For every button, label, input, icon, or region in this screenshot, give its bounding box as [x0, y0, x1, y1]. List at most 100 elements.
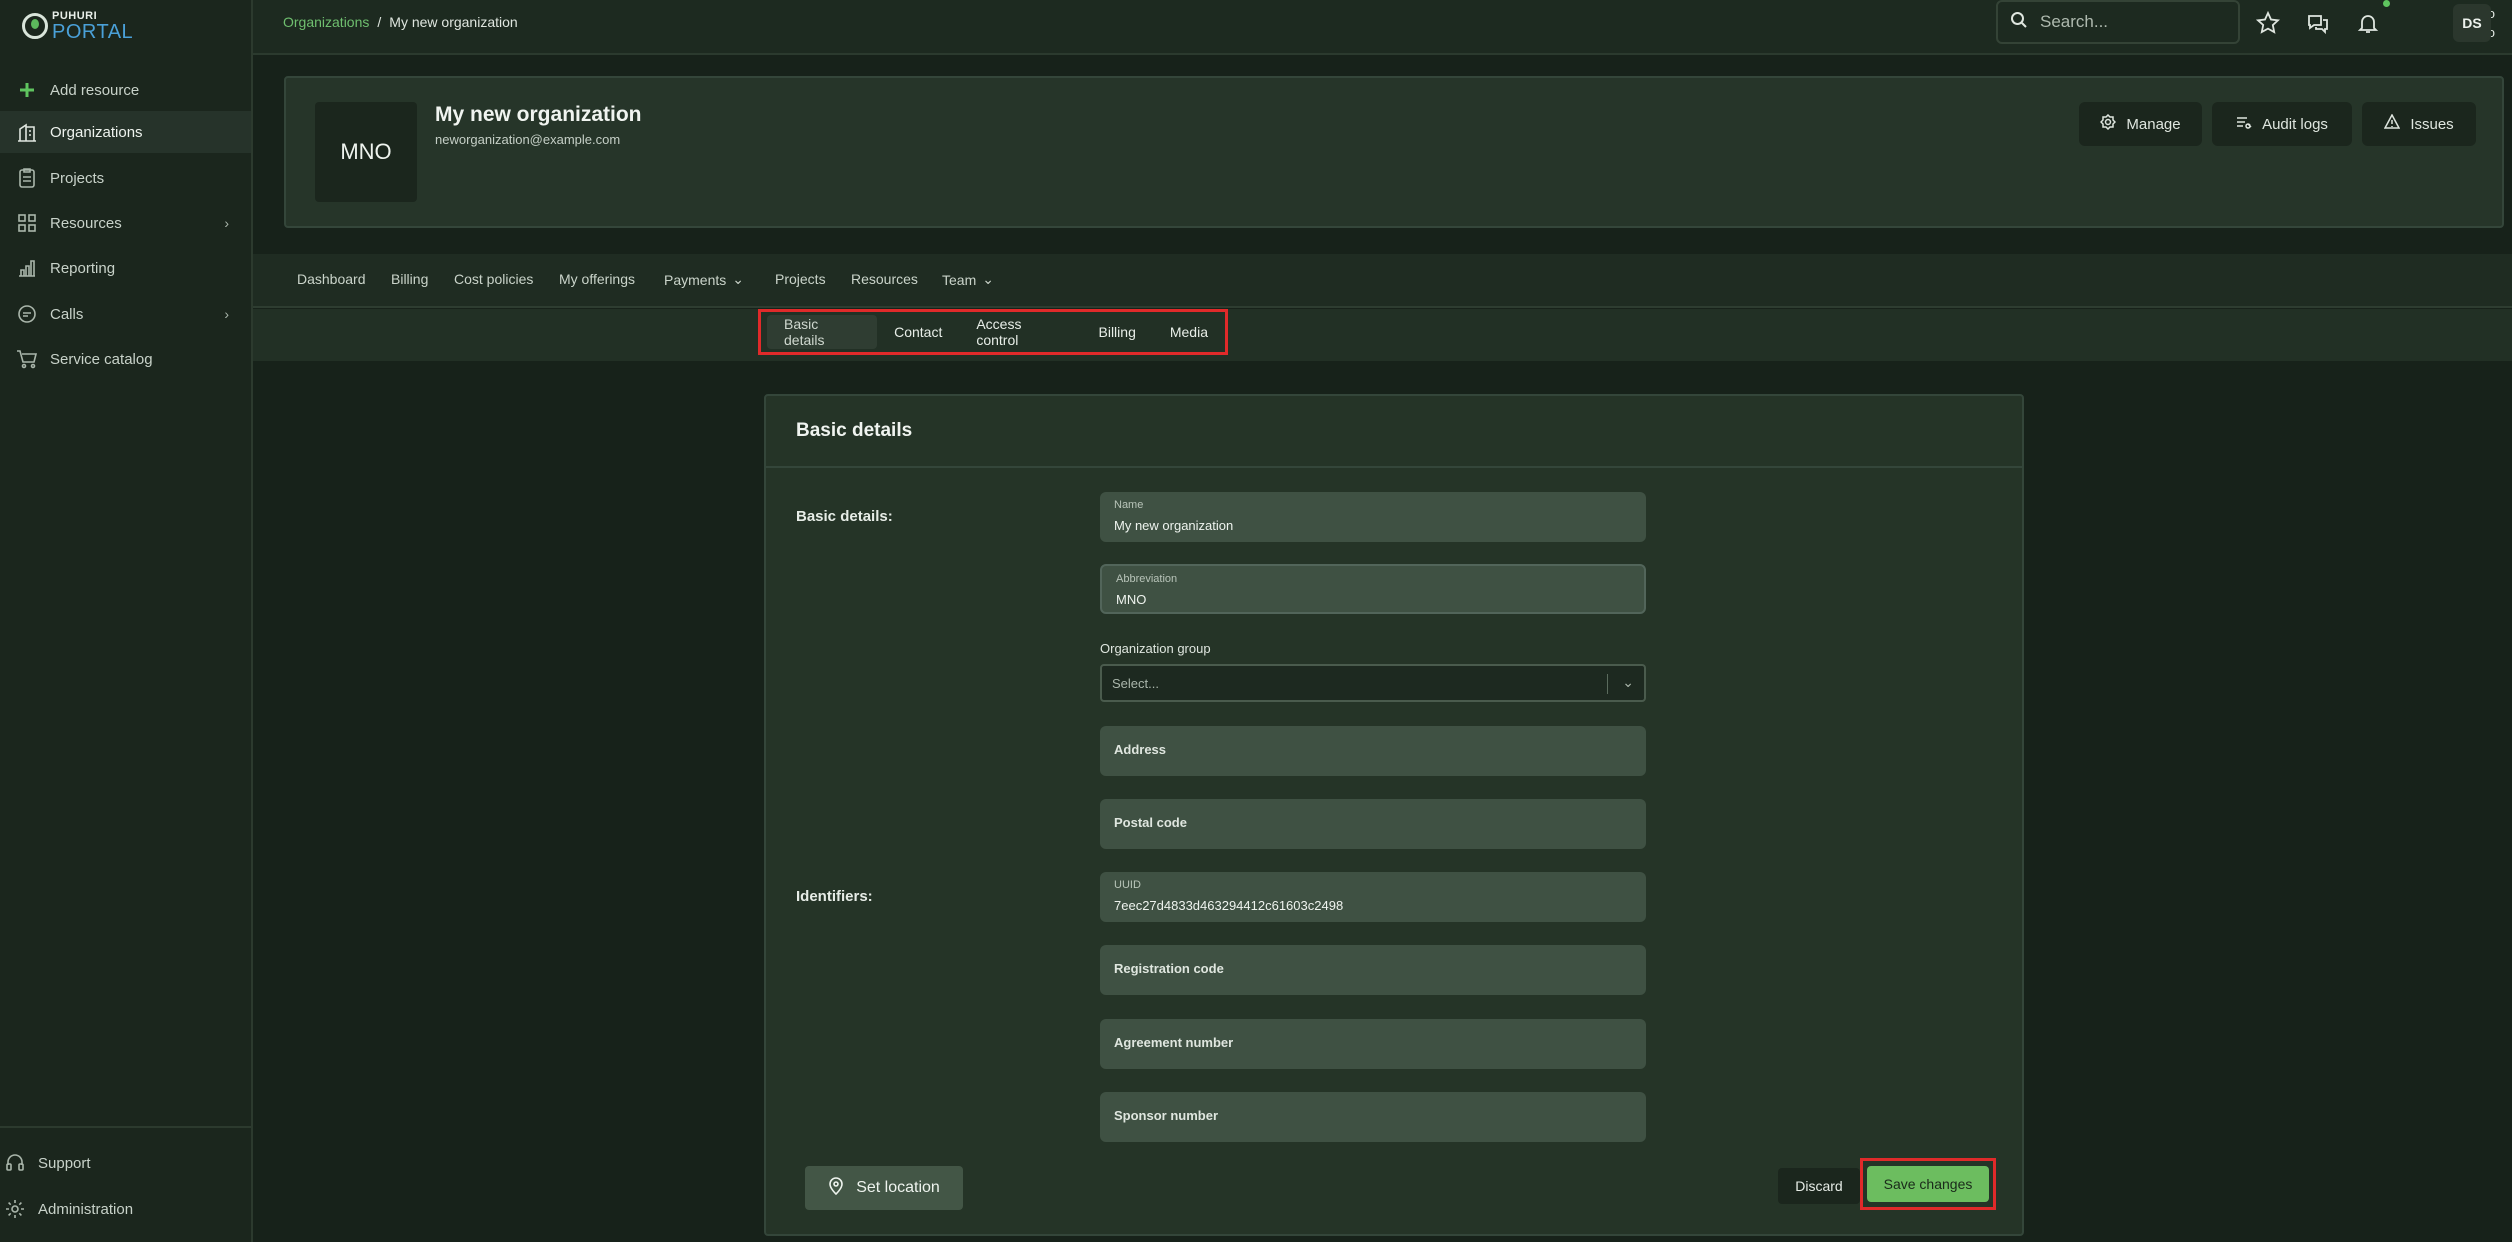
form-divider [766, 466, 2022, 468]
select-placeholder: Select... [1112, 675, 1159, 691]
subtab-access-control[interactable]: Access control [959, 315, 1081, 349]
subtab-basic-details[interactable]: Basic details [767, 315, 878, 349]
sidebar-item-label: Service catalog [50, 350, 153, 368]
building-icon [16, 121, 38, 143]
sidebar-item-label: Support [38, 1154, 91, 1172]
chat-icon[interactable] [2305, 10, 2331, 36]
organization-tabs: Dashboard Billing Cost policies My offer… [253, 254, 2512, 308]
tab-billing[interactable]: Billing [391, 271, 428, 287]
tab-cost-policies[interactable]: Cost policies [454, 271, 533, 287]
headset-icon [4, 1152, 26, 1174]
bell-icon[interactable] [2355, 10, 2381, 36]
sidebar-item-label: Projects [50, 169, 105, 187]
agreement-number-field[interactable]: Agreement number [1100, 1019, 1646, 1069]
audit-logs-button[interactable]: Audit logs [2212, 102, 2352, 146]
tab-projects[interactable]: Projects [775, 271, 826, 287]
sidebar-item-service-catalog[interactable]: Service catalog [0, 338, 251, 380]
save-highlight: Save changes [1860, 1158, 1996, 1210]
sidebar-item-calls[interactable]: Calls › [0, 293, 251, 335]
abbreviation-value: MNO [1116, 592, 1147, 607]
sidebar-item-reporting[interactable]: Reporting [0, 247, 251, 289]
sidebar-item-label: Administration [38, 1200, 134, 1218]
uuid-label: UUID [1114, 879, 1141, 891]
portal-logo[interactable]: PUHURI PORTAL [22, 10, 133, 42]
subtab-label: Billing [1098, 324, 1136, 340]
agreement-number-placeholder: Agreement number [1114, 1035, 1234, 1050]
tab-team[interactable]: Team ⌄ [942, 271, 994, 288]
name-label: Name [1114, 499, 1144, 511]
sidebar-item-administration[interactable]: Administration [0, 1188, 251, 1230]
sponsor-number-field[interactable]: Sponsor number [1100, 1092, 1646, 1142]
search-input[interactable]: Search... [1996, 0, 2240, 44]
search-icon [2010, 11, 2028, 34]
avatar[interactable]: DS [2453, 4, 2491, 42]
tab-dashboard[interactable]: Dashboard [297, 271, 366, 287]
subtab-media[interactable]: Media [1153, 315, 1225, 349]
issues-button[interactable]: Issues [2362, 102, 2476, 146]
sidebar-item-projects[interactable]: Projects [0, 157, 251, 199]
sidebar-item-label: Add resource [50, 81, 140, 99]
clipboard-icon [16, 167, 38, 189]
breadcrumb-organizations[interactable]: Organizations [283, 14, 369, 30]
chevron-down-icon: ⌄ [982, 271, 994, 287]
chat-bubble-icon [16, 303, 38, 325]
star-icon[interactable] [2255, 10, 2281, 36]
subtab-contact[interactable]: Contact [877, 315, 959, 349]
sidebar-item-resources[interactable]: Resources › [0, 202, 251, 244]
chevron-right-icon: › [224, 215, 229, 231]
audit-logs-label: Audit logs [2262, 115, 2328, 133]
puhuri-logo-icon [22, 13, 48, 39]
tab-label: Dashboard [297, 271, 366, 287]
breadcrumb-current: My new organization [389, 14, 518, 30]
name-field[interactable]: Name My new organization [1100, 492, 1646, 542]
save-changes-button[interactable]: Save changes [1867, 1166, 1989, 1202]
tab-label: Team [942, 271, 977, 288]
tab-payments[interactable]: Payments ⌄ [664, 271, 744, 288]
abbreviation-field[interactable]: Abbreviation MNO [1100, 564, 1646, 614]
sidebar-item-organizations[interactable]: Organizations [0, 111, 251, 153]
sidebar-item-add-resource[interactable]: Add resource [0, 69, 251, 111]
address-field[interactable]: Address [1100, 726, 1646, 776]
tab-label: Cost policies [454, 271, 534, 287]
tab-label: My offerings [559, 271, 635, 287]
subtab-billing[interactable]: Billing [1082, 315, 1153, 349]
breadcrumb: Organizations / My new organization [283, 14, 518, 30]
issues-label: Issues [2410, 115, 2454, 133]
cart-icon [16, 348, 38, 370]
subtab-label: Access control [976, 316, 1022, 348]
sidebar-item-support[interactable]: Support [0, 1142, 251, 1184]
gear-icon [2100, 113, 2117, 134]
logo-line2: PORTAL [52, 20, 134, 43]
form-title: Basic details [796, 420, 913, 441]
gear-icon [4, 1198, 26, 1220]
chevron-right-icon: › [224, 306, 229, 322]
tab-my-offerings[interactable]: My offerings [559, 271, 635, 287]
bar-chart-icon [16, 257, 38, 279]
search-placeholder: Search... [2040, 12, 2109, 31]
set-location-button[interactable]: Set location [805, 1166, 963, 1210]
list-icon [2236, 114, 2252, 134]
tab-label: Projects [775, 271, 826, 287]
set-location-label: Set location [856, 1179, 940, 1196]
basic-details-form: Basic details Basic details: Name My new… [764, 394, 2024, 1236]
abbreviation-label: Abbreviation [1116, 573, 1178, 585]
manage-button[interactable]: Manage [2079, 102, 2202, 146]
logo-line1: PUHURI [52, 9, 98, 22]
organization-group-label: Organization group [1100, 641, 1211, 656]
top-bar: Organizations / My new organization Sear… [253, 0, 2512, 55]
tab-label: Payments [664, 271, 727, 288]
organization-group-select[interactable]: Select... ⌄ [1100, 664, 1646, 702]
chevron-down-icon: ⌄ [732, 271, 744, 287]
organization-email: neworganization@example.com [435, 132, 621, 147]
notification-dot [2383, 0, 2390, 7]
map-pin-icon [828, 1176, 844, 1200]
discard-button[interactable]: Discard [1778, 1168, 1860, 1204]
grid-icon [16, 212, 38, 234]
registration-code-field[interactable]: Registration code [1100, 945, 1646, 995]
organization-header: MNO My new organization neworganization@… [284, 76, 2504, 228]
subtabs-highlight: Basic details Contact Access control Bil… [758, 309, 1228, 355]
uuid-field[interactable]: UUID 7eec27d4833d463294412c61603c2498 [1100, 872, 1646, 922]
registration-code-placeholder: Registration code [1114, 961, 1224, 976]
postal-code-field[interactable]: Postal code [1100, 799, 1646, 849]
tab-resources[interactable]: Resources [851, 271, 918, 287]
